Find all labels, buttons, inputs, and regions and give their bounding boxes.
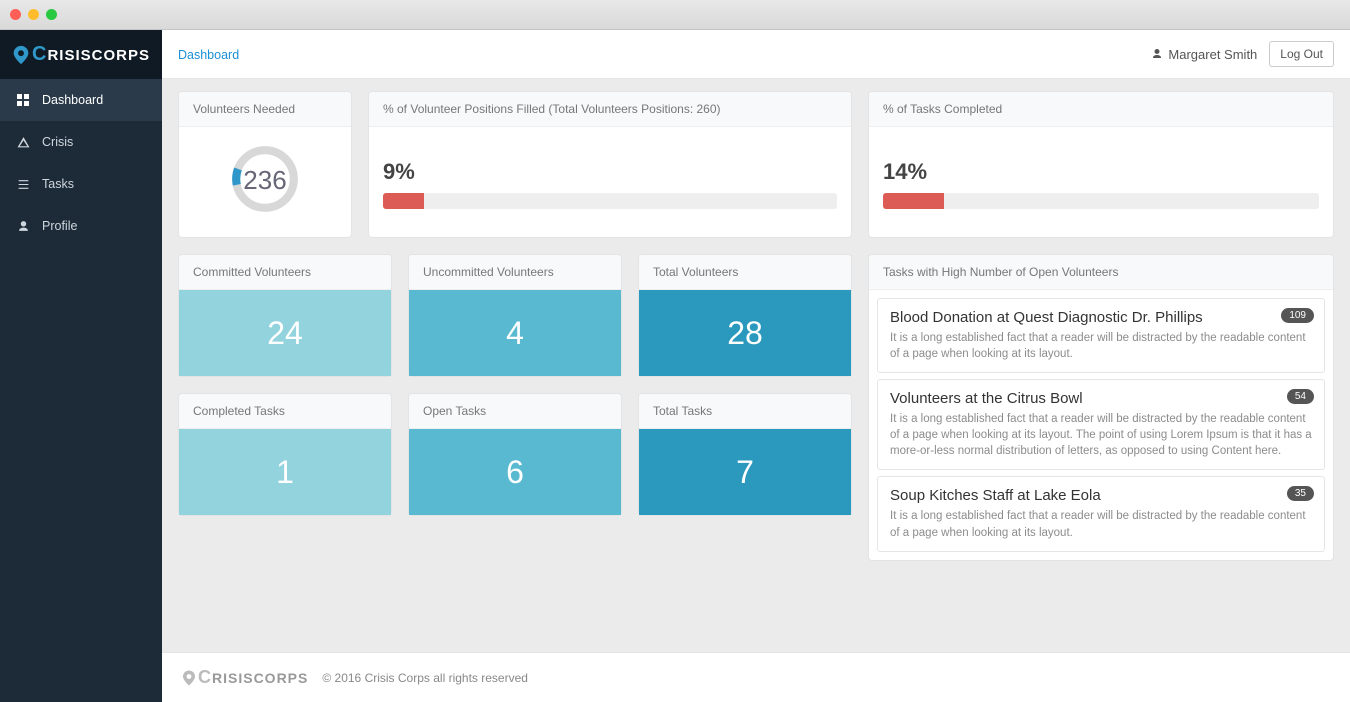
sidebar-item-tasks[interactable]: Tasks [0,163,162,205]
brand-logo[interactable]: CRISISCORPS [0,30,162,79]
task-item[interactable]: 54 Volunteers at the Citrus Bowl It is a… [877,379,1325,470]
sidebar-item-label: Tasks [42,177,74,191]
breadcrumb-link[interactable]: Dashboard [178,48,239,62]
percent-label: 9% [383,159,837,185]
task-title: Blood Donation at Quest Diagnostic Dr. P… [890,309,1312,326]
minimize-window-icon[interactable] [28,9,39,20]
close-window-icon[interactable] [10,9,21,20]
task-item[interactable]: 109 Blood Donation at Quest Diagnostic D… [877,298,1325,373]
sidebar-item-dashboard[interactable]: Dashboard [0,79,162,121]
task-title: Soup Kitches Staff at Lake Eola [890,487,1312,504]
breadcrumb: Dashboard [178,47,239,62]
task-badge: 54 [1287,389,1314,404]
panel-positions-filled: % of Volunteer Positions Filled (Total V… [368,91,852,238]
footer-text: © 2016 Crisis Corps all rights reserved [322,671,528,685]
user-icon [16,219,30,233]
brand-text: CRISISCORPS [32,43,150,66]
stat-value: 28 [639,290,851,376]
task-title: Volunteers at the Citrus Bowl [890,390,1312,407]
panel-title: Total Tasks [639,394,851,429]
panel-open-tasks: Open Tasks 6 [408,393,622,516]
panel-uncommitted: Uncommitted Volunteers 4 [408,254,622,377]
user-area: Margaret Smith Log Out [1151,41,1334,67]
user-name[interactable]: Margaret Smith [1151,47,1257,62]
panel-completed-tasks: Completed Tasks 1 [178,393,392,516]
app-window: CRISISCORPS Dashboard Crisis Tasks Prof [0,0,1350,702]
panel-title: Uncommitted Volunteers [409,255,621,290]
panel-title: % of Volunteer Positions Filled (Total V… [369,92,851,127]
donut-chart: 236 [229,143,301,215]
progress-fill [883,193,944,209]
sidebar-item-crisis[interactable]: Crisis [0,121,162,163]
progress-bar [383,193,837,209]
logo-icon [10,41,32,69]
sidebar-item-profile[interactable]: Profile [0,205,162,247]
panel-title: Open Tasks [409,394,621,429]
donut-value: 236 [229,165,301,196]
task-item[interactable]: 35 Soup Kitches Staff at Lake Eola It is… [877,476,1325,551]
panel-tasks-completed: % of Tasks Completed 14% [868,91,1334,238]
panel-high-open-tasks: Tasks with High Number of Open Volunteer… [868,254,1334,561]
main-area: Dashboard Margaret Smith Log Out Volunte… [162,30,1350,702]
progress-fill [383,193,424,209]
task-desc: It is a long established fact that a rea… [890,411,1312,459]
panel-total-volunteers: Total Volunteers 28 [638,254,852,377]
content: Volunteers Needed 236 [162,79,1350,652]
warning-icon [16,135,30,149]
stat-value: 1 [179,429,391,515]
grid-icon [16,93,30,107]
panel-title: Committed Volunteers [179,255,391,290]
panel-title: Total Volunteers [639,255,851,290]
logout-button[interactable]: Log Out [1269,41,1334,67]
sidebar-item-label: Crisis [42,135,73,149]
task-desc: It is a long established fact that a rea… [890,508,1312,540]
window-titlebar [0,0,1350,30]
topbar: Dashboard Margaret Smith Log Out [162,30,1350,79]
sidebar-item-label: Profile [42,219,77,233]
footer-brand: CRISISCORPS [180,667,308,688]
stat-value: 4 [409,290,621,376]
panel-volunteers-needed: Volunteers Needed 236 [178,91,352,238]
task-badge: 35 [1287,486,1314,501]
sidebar-nav: Dashboard Crisis Tasks Profile [0,79,162,247]
sidebar: CRISISCORPS Dashboard Crisis Tasks Prof [0,30,162,702]
progress-bar [883,193,1319,209]
panel-title: Tasks with High Number of Open Volunteer… [869,255,1333,290]
user-icon [1151,48,1163,60]
percent-label: 14% [883,159,1319,185]
logo-icon [180,668,198,688]
panel-title: Volunteers Needed [179,92,351,127]
maximize-window-icon[interactable] [46,9,57,20]
stat-value: 6 [409,429,621,515]
stat-value: 7 [639,429,851,515]
panel-title: Completed Tasks [179,394,391,429]
task-badge: 109 [1281,308,1314,323]
sidebar-item-label: Dashboard [42,93,103,107]
stat-value: 24 [179,290,391,376]
panel-committed: Committed Volunteers 24 [178,254,392,377]
footer: CRISISCORPS © 2016 Crisis Corps all righ… [162,652,1350,702]
panel-title: % of Tasks Completed [869,92,1333,127]
task-desc: It is a long established fact that a rea… [890,330,1312,362]
panel-total-tasks: Total Tasks 7 [638,393,852,516]
user-name-label: Margaret Smith [1168,47,1257,62]
list-icon [16,177,30,191]
